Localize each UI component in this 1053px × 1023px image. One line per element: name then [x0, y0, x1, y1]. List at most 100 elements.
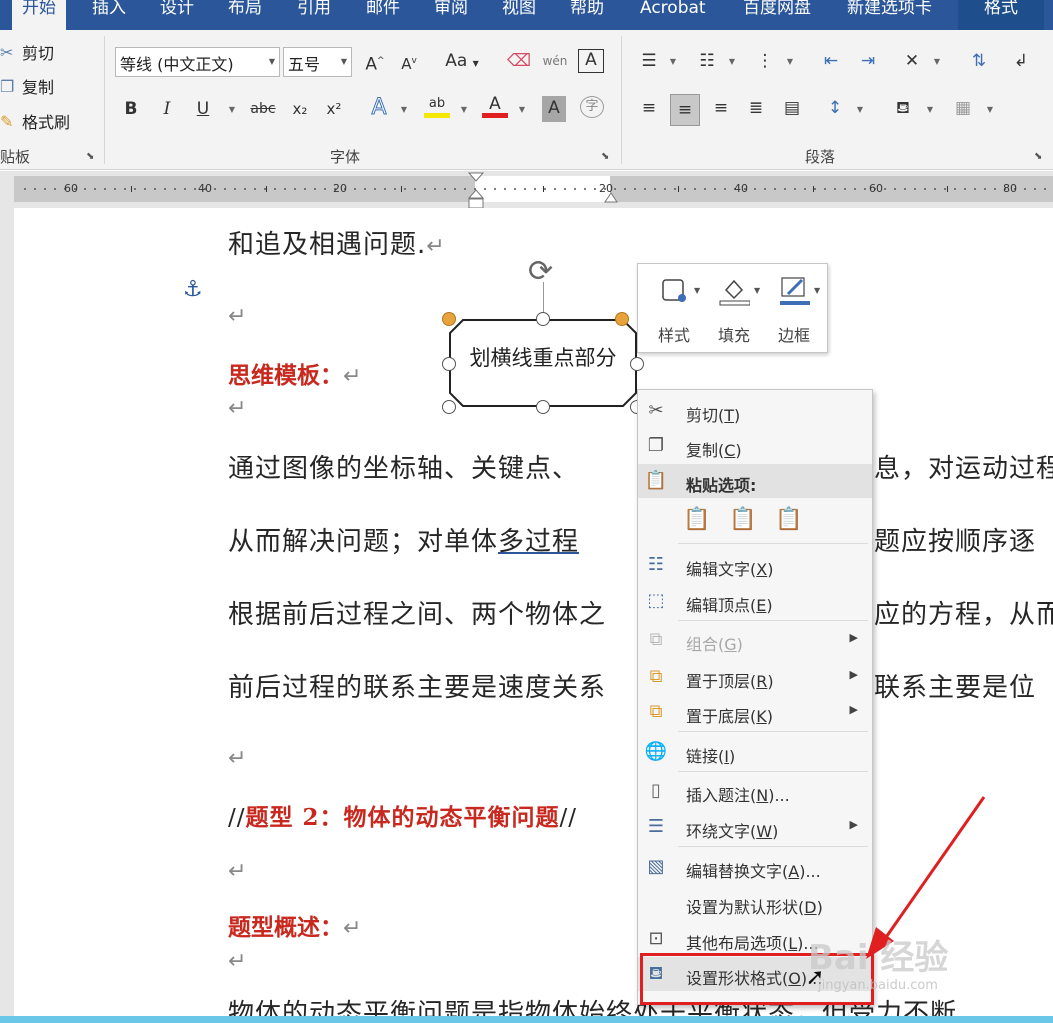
format-painter-button[interactable]: ✎ 格式刷	[0, 109, 70, 133]
menu-item-edit-text[interactable]: ☷ 编辑文字(X)	[638, 548, 872, 582]
menu-item-edit-points[interactable]: ⬚ 编辑顶点(E)	[638, 584, 872, 618]
cut-button[interactable]: ✂ 剪切	[0, 40, 54, 64]
tab-format[interactable]: 格式	[958, 0, 1044, 30]
tab-layout[interactable]: 布局	[228, 0, 262, 30]
shape-outline-button[interactable]: ▼ 边框	[762, 264, 822, 352]
empty-paragraph[interactable]: ↵	[228, 392, 247, 422]
font-name-select[interactable]: 等线 (中文正文) ▼	[115, 47, 280, 77]
doc-paragraph[interactable]: 从而解决问题；对单体多过程	[228, 521, 579, 558]
align-right-icon[interactable]: ≡	[708, 96, 734, 122]
adjust-handle[interactable]	[615, 312, 629, 326]
chevron-down-icon[interactable]: ▼	[984, 98, 996, 124]
resize-handle[interactable]	[630, 357, 644, 371]
menu-item-set-default-shape[interactable]: 设置为默认形状(D)	[638, 886, 872, 920]
chevron-down-icon[interactable]: ▼	[726, 50, 738, 76]
tab-new-tab[interactable]: 新建选项卡	[847, 0, 932, 30]
indent-marker-icon[interactable]	[466, 172, 486, 212]
anchor-icon[interactable]: ⚓	[183, 277, 203, 302]
shape-fill-button[interactable]: ▼ 填充	[702, 264, 762, 352]
tab-mailings[interactable]: 邮件	[366, 0, 400, 30]
align-center-icon[interactable]: ≡	[670, 94, 700, 126]
chevron-down-icon[interactable]: ▼	[226, 98, 238, 124]
distributed-icon[interactable]: ▤	[779, 96, 805, 122]
empty-paragraph[interactable]: ↵	[228, 300, 247, 330]
tab-help[interactable]: 帮助	[570, 0, 604, 30]
chevron-down-icon[interactable]: ▼	[458, 98, 470, 124]
menu-item-cut[interactable]: ✂ 剪切(T)	[638, 394, 872, 428]
adjust-handle[interactable]	[442, 312, 456, 326]
tab-view[interactable]: 视图	[502, 0, 536, 30]
menu-item-link[interactable]: 🌐 链接(I)	[638, 735, 872, 769]
copy-button[interactable]: ❐ 复制	[0, 74, 54, 98]
doc-paragraph[interactable]: 和追及相遇问题.↵	[228, 224, 446, 261]
character-border-button[interactable]: A	[578, 49, 604, 73]
character-shading-button[interactable]: A	[542, 96, 566, 122]
clipboard-launcher-icon[interactable]: ⬊	[86, 151, 94, 162]
chevron-down-icon[interactable]: ▼	[854, 98, 866, 124]
chevron-down-icon[interactable]: ▼	[667, 50, 679, 76]
chevron-down-icon[interactable]: ▼	[931, 50, 943, 76]
doc-paragraph[interactable]: 根据前后过程之间、两个物体之	[228, 594, 606, 631]
resize-handle[interactable]	[442, 400, 456, 414]
shrink-font-button[interactable]: Av	[398, 49, 420, 75]
shape-style-button[interactable]: ▼ 样式	[642, 264, 702, 352]
tab-acrobat[interactable]: Acrobat	[640, 0, 706, 30]
right-indent-marker-icon[interactable]	[603, 190, 619, 204]
menu-item-edit-alt-text[interactable]: ▧ 编辑替换文字(A)...	[638, 850, 872, 884]
paste-merge-format-icon[interactable]: 📋	[728, 507, 758, 537]
font-launcher-icon[interactable]: ⬊	[601, 151, 609, 162]
menu-item-copy[interactable]: ❐ 复制(C)	[638, 429, 872, 463]
tab-design[interactable]: 设计	[160, 0, 194, 30]
chevron-down-icon[interactable]: ▼	[784, 50, 796, 76]
numbering-icon[interactable]: ☷	[694, 49, 720, 75]
subscript-button[interactable]: x₂	[288, 97, 312, 123]
tab-home[interactable]: 开始	[12, 0, 66, 30]
phonetic-guide-button[interactable]: wén	[542, 49, 568, 75]
multilevel-list-icon[interactable]: ⋮	[752, 49, 778, 75]
show-marks-icon[interactable]: ↲	[1008, 49, 1034, 75]
paste-keep-source-icon[interactable]: 📋	[682, 507, 712, 537]
justify-icon[interactable]: ≣	[743, 96, 769, 122]
line-spacing-icon[interactable]: ↕	[822, 96, 848, 122]
highlight-button[interactable]: ab	[424, 92, 450, 118]
doc-heading[interactable]: 思维模板：↵	[228, 356, 361, 390]
tab-references[interactable]: 引用	[297, 0, 331, 30]
enclose-characters-button[interactable]: 字	[580, 96, 604, 118]
paste-text-only-icon[interactable]: 📋	[774, 507, 804, 537]
menu-item-insert-caption[interactable]: ▯ 插入题注(N)...	[638, 774, 872, 808]
italic-button[interactable]: I	[156, 97, 178, 123]
tab-insert[interactable]: 插入	[92, 0, 126, 30]
font-size-select[interactable]: 五号 ▼	[283, 47, 352, 77]
change-case-button[interactable]: Aa ▼	[440, 49, 484, 75]
rotate-handle-icon[interactable]: ⟳	[528, 254, 553, 289]
doc-heading[interactable]: 题型概述：↵	[228, 908, 361, 942]
shading-bucket-icon[interactable]: ⛾	[890, 96, 916, 122]
menu-item-bring-to-front[interactable]: ⧉ 置于顶层(R) ▶	[638, 660, 872, 694]
resize-handle[interactable]	[536, 312, 550, 326]
asian-layout-icon[interactable]: ✕	[899, 49, 925, 75]
doc-paragraph[interactable]: 通过图像的坐标轴、关键点、	[228, 448, 579, 485]
bullets-icon[interactable]: ☰	[636, 49, 662, 75]
strikethrough-button[interactable]: abc	[247, 97, 279, 123]
doc-paragraph-continued[interactable]: 联系主要是位	[874, 667, 1036, 704]
decrease-indent-icon[interactable]: ⇤	[818, 49, 844, 75]
underline-button[interactable]: U	[192, 97, 214, 123]
grow-font-button[interactable]: A^	[364, 49, 386, 75]
doc-heading[interactable]: //题型 2：物体的动态平衡问题//	[228, 798, 577, 832]
bold-button[interactable]: B	[120, 97, 142, 123]
superscript-button[interactable]: x²	[322, 97, 346, 123]
shape-text[interactable]: 划横线重点部分	[449, 340, 637, 390]
tab-review[interactable]: 审阅	[434, 0, 468, 30]
sort-icon[interactable]: ⇅	[966, 49, 992, 75]
resize-handle[interactable]	[442, 357, 456, 371]
menu-item-wrap-text[interactable]: ☰ 环绕文字(W) ▶	[638, 810, 872, 844]
increase-indent-icon[interactable]: ⇥	[855, 49, 881, 75]
paragraph-launcher-icon[interactable]: ⬊	[1034, 151, 1042, 162]
text-effects-button[interactable]: A	[366, 95, 392, 122]
tab-baidu-netdisk[interactable]: 百度网盘	[743, 0, 811, 30]
empty-paragraph[interactable]: ↵	[228, 945, 247, 975]
borders-icon[interactable]: ▦	[950, 96, 976, 122]
clear-format-icon[interactable]: ⌫	[506, 49, 532, 75]
chevron-down-icon[interactable]: ▼	[398, 98, 410, 124]
align-left-icon[interactable]: ≡	[636, 96, 662, 122]
